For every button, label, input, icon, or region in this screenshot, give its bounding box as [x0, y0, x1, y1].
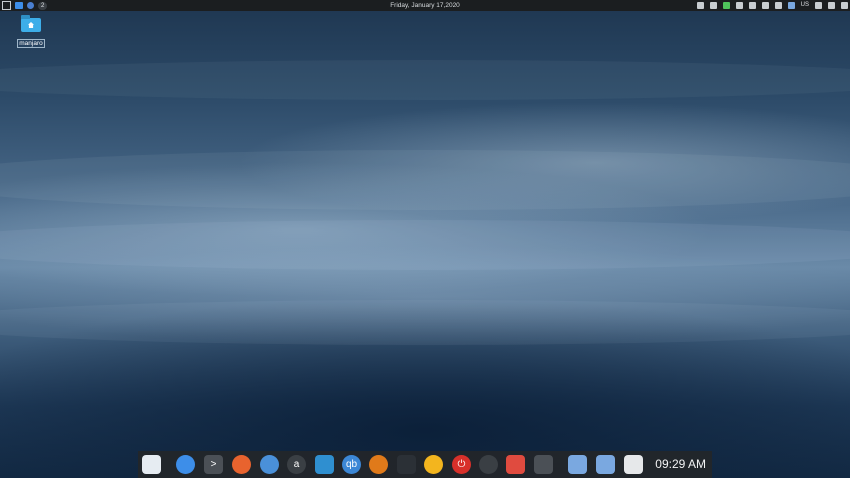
volume-icon[interactable] — [828, 2, 835, 9]
firefox-icon[interactable] — [232, 455, 251, 474]
a-icon[interactable]: a — [287, 455, 306, 474]
home-folder-icon — [21, 15, 41, 32]
keyboard-layout[interactable]: US — [801, 0, 809, 11]
gauge-icon[interactable] — [479, 455, 498, 474]
pen-icon[interactable] — [774, 2, 782, 9]
clock[interactable]: 09:29 AM — [655, 451, 706, 478]
phone-icon[interactable] — [424, 455, 443, 474]
desktop-wallpaper — [0, 0, 850, 478]
dock-panel: > a qb ⏻ 09:29 AM — [138, 451, 712, 478]
file-manager-icon[interactable] — [176, 455, 195, 474]
document-tray-icon[interactable] — [748, 2, 756, 9]
battery-icon[interactable] — [761, 2, 769, 9]
top-panel: 2 Friday, January 17,2020 US — [0, 0, 850, 11]
window-grid-icon[interactable] — [142, 455, 161, 474]
trash-icon[interactable] — [624, 455, 643, 474]
network-icon[interactable] — [787, 2, 795, 9]
device-icon[interactable] — [815, 2, 822, 9]
clipboard-icon[interactable] — [315, 455, 334, 474]
folder-icon[interactable] — [596, 455, 615, 474]
power-icon[interactable]: ⏻ — [452, 455, 471, 474]
chevron-up-icon[interactable] — [841, 2, 848, 9]
sliders-icon[interactable] — [534, 455, 553, 474]
desktop-icon-home[interactable]: manjaro — [16, 15, 46, 50]
lock-folder-icon[interactable] — [568, 455, 587, 474]
keyhole-icon[interactable] — [369, 455, 388, 474]
link-icon[interactable] — [709, 2, 717, 9]
clipboard-tray-icon[interactable] — [735, 2, 743, 9]
mail-icon[interactable] — [260, 455, 279, 474]
document-icon[interactable] — [506, 455, 525, 474]
terminal-icon[interactable]: > — [204, 455, 223, 474]
shield-icon[interactable] — [696, 2, 704, 9]
update-icon[interactable] — [722, 2, 730, 9]
torrent-icon[interactable]: qb — [342, 455, 361, 474]
steam-icon[interactable] — [397, 455, 416, 474]
desktop-icon-label: manjaro — [17, 39, 45, 48]
